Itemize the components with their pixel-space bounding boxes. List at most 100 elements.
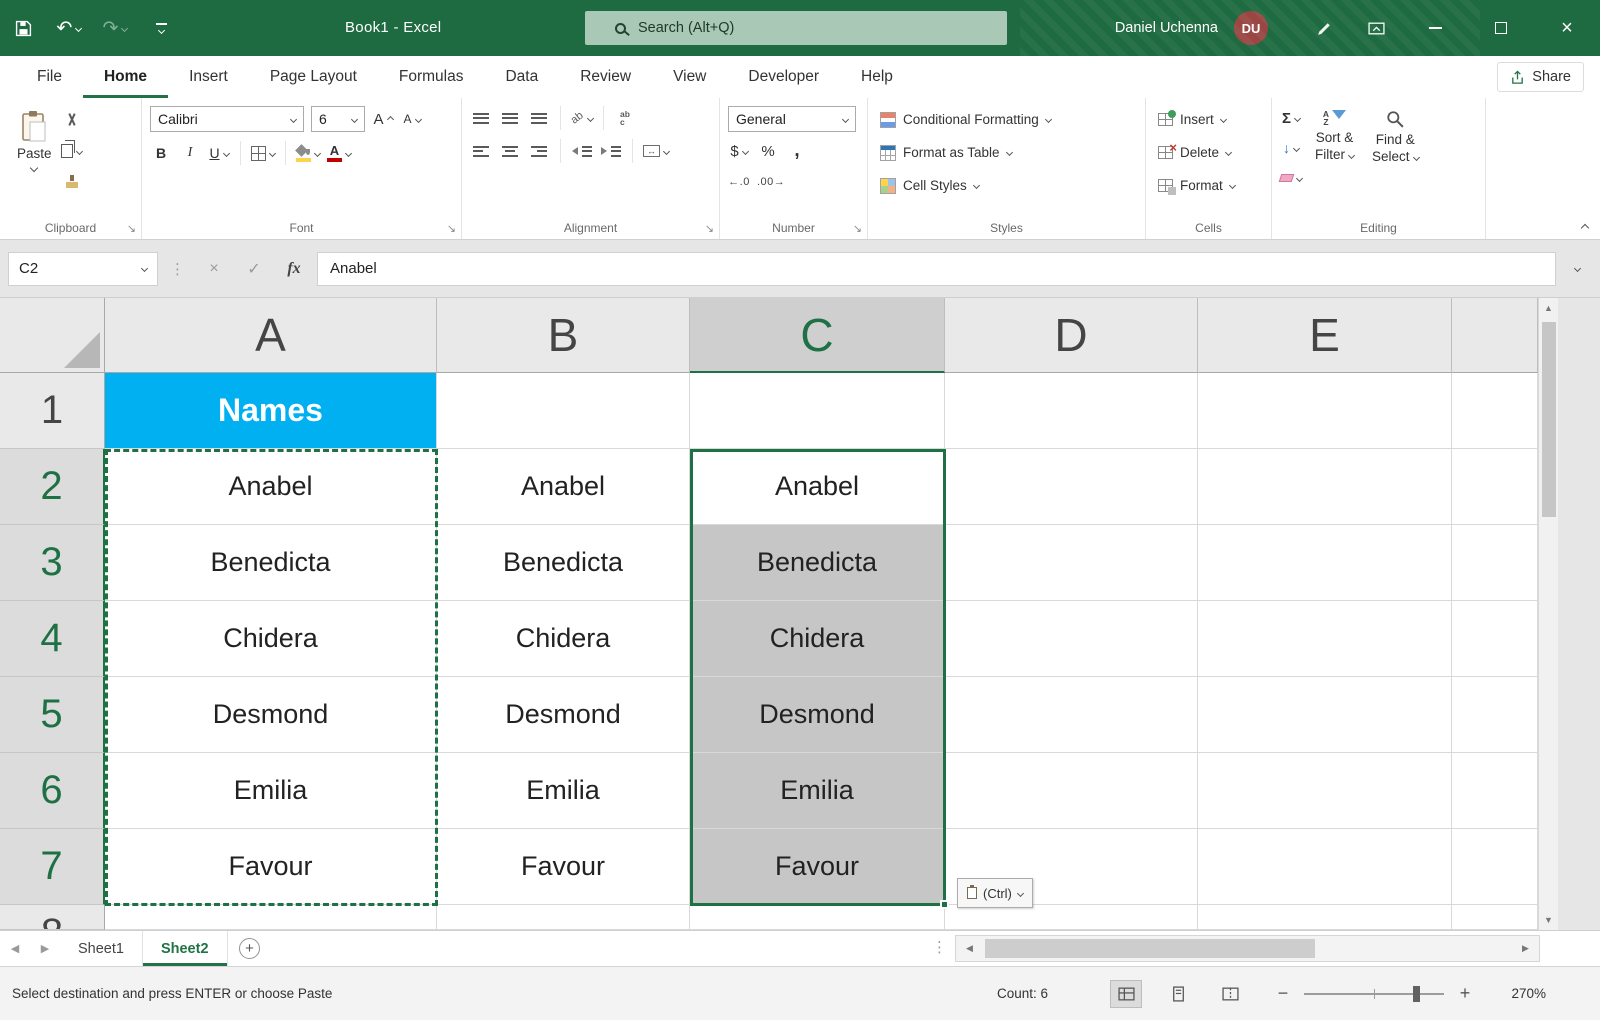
save-button[interactable]	[0, 0, 46, 56]
bold-button[interactable]: B	[150, 141, 172, 165]
page-break-preview-button[interactable]	[1214, 980, 1246, 1008]
tab-formulas[interactable]: Formulas	[378, 56, 485, 98]
tab-scrollbar-divider[interactable]: ⋮	[932, 938, 945, 956]
conditional-formatting-button[interactable]: Conditional Formatting	[876, 106, 1055, 133]
customize-quick-access-button[interactable]	[138, 0, 184, 56]
zoom-level[interactable]: 270%	[1502, 986, 1546, 1001]
row-header-1[interactable]: 1	[0, 373, 105, 449]
cell-E8[interactable]	[1198, 905, 1452, 930]
horizontal-scrollbar[interactable]: ◀ ▶	[955, 935, 1540, 962]
cell-C2[interactable]: Anabel	[690, 449, 945, 525]
cell-A4[interactable]: Chidera	[105, 601, 437, 677]
top-align-button[interactable]	[470, 106, 492, 130]
cell-E1[interactable]	[1198, 373, 1452, 449]
cell-E5[interactable]	[1198, 677, 1452, 753]
format-painter-button[interactable]	[61, 170, 83, 194]
cell-D8[interactable]	[945, 905, 1198, 930]
cell-C8[interactable]	[690, 905, 945, 930]
delete-cells-button[interactable]: Delete	[1154, 139, 1239, 166]
page-layout-view-button[interactable]	[1162, 980, 1194, 1008]
cell-C3[interactable]: Benedicta	[690, 525, 945, 601]
tab-file[interactable]: File	[16, 56, 83, 98]
cell-F8[interactable]	[1452, 905, 1538, 930]
tab-home[interactable]: Home	[83, 56, 168, 98]
column-header-E[interactable]: E	[1198, 298, 1452, 373]
paste-options-button[interactable]: (Ctrl)	[957, 878, 1033, 908]
cell-E7[interactable]	[1198, 829, 1452, 905]
italic-button[interactable]: I	[179, 141, 201, 165]
copy-button[interactable]	[61, 139, 83, 163]
cell-C5[interactable]: Desmond	[690, 677, 945, 753]
cell-F5[interactable]	[1452, 677, 1538, 753]
decrease-decimal-button[interactable]: .00→	[757, 170, 785, 194]
new-sheet-button[interactable]: +	[228, 931, 272, 966]
cell-C4[interactable]: Chidera	[690, 601, 945, 677]
scroll-right-arrow[interactable]: ▶	[1512, 936, 1539, 961]
comma-style-button[interactable]: ,	[786, 139, 808, 163]
cell-F4[interactable]	[1452, 601, 1538, 677]
horizontal-scroll-thumb[interactable]	[985, 939, 1315, 958]
tab-review[interactable]: Review	[559, 56, 652, 98]
cell-B4[interactable]: Chidera	[437, 601, 690, 677]
clipboard-dialog-launcher[interactable]: ↘	[127, 224, 136, 235]
cell-A2[interactable]: Anabel	[105, 449, 437, 525]
sheet-tab-sheet2[interactable]: Sheet2	[143, 931, 228, 966]
number-dialog-launcher[interactable]: ↘	[853, 224, 862, 235]
fill-button[interactable]: ↓	[1280, 136, 1302, 160]
font-color-button[interactable]: A	[327, 141, 351, 165]
cell-B8[interactable]	[437, 905, 690, 930]
cell-D5[interactable]	[945, 677, 1198, 753]
cell-A5[interactable]: Desmond	[105, 677, 437, 753]
increase-indent-button[interactable]	[600, 139, 622, 163]
cell-F3[interactable]	[1452, 525, 1538, 601]
cell-A7[interactable]: Favour	[105, 829, 437, 905]
collapse-ribbon-button[interactable]	[1581, 224, 1589, 232]
fill-color-button[interactable]	[296, 141, 320, 165]
formula-bar-resize-handle[interactable]: ⋮	[164, 260, 191, 278]
feedback-pen-button[interactable]	[1298, 0, 1350, 56]
cell-D6[interactable]	[945, 753, 1198, 829]
cell-D1[interactable]	[945, 373, 1198, 449]
next-sheet-arrow[interactable]: ▶	[30, 931, 60, 966]
undo-button[interactable]: ↶	[46, 0, 92, 56]
percent-style-button[interactable]: %	[757, 139, 779, 163]
cell-D4[interactable]	[945, 601, 1198, 677]
bottom-align-button[interactable]	[528, 106, 550, 130]
autosum-button[interactable]: Σ	[1280, 106, 1302, 130]
column-header-B[interactable]: B	[437, 298, 690, 373]
avatar[interactable]: DU	[1234, 11, 1268, 45]
paste-button[interactable]: Paste	[8, 106, 61, 175]
accounting-format-button[interactable]: $	[728, 139, 750, 163]
align-center-button[interactable]	[499, 139, 521, 163]
name-box[interactable]: C2	[8, 252, 158, 286]
close-button[interactable]: ×	[1534, 0, 1600, 56]
cell-styles-button[interactable]: Cell Styles	[876, 172, 1055, 199]
cell-F6[interactable]	[1452, 753, 1538, 829]
row-header-8[interactable]: 8	[0, 905, 105, 930]
cell-B7[interactable]: Favour	[437, 829, 690, 905]
number-format-select[interactable]: General	[728, 106, 856, 132]
cell-C6[interactable]: Emilia	[690, 753, 945, 829]
insert-function-button[interactable]: fx	[277, 252, 311, 286]
column-header-C[interactable]: C	[690, 298, 945, 373]
tab-view[interactable]: View	[652, 56, 727, 98]
row-header-4[interactable]: 4	[0, 601, 105, 677]
formula-input[interactable]: Anabel	[317, 252, 1556, 286]
cell-E2[interactable]	[1198, 449, 1452, 525]
wrap-text-button[interactable]: abc	[614, 106, 636, 130]
scroll-up-arrow[interactable]: ▲	[1539, 298, 1558, 318]
cell-E4[interactable]	[1198, 601, 1452, 677]
alignment-dialog-launcher[interactable]: ↘	[705, 224, 714, 235]
cut-button[interactable]	[61, 108, 83, 132]
vertical-scrollbar[interactable]: ▲ ▼	[1538, 298, 1558, 930]
ribbon-display-options-button[interactable]	[1350, 0, 1402, 56]
font-family-select[interactable]: Calibri	[150, 106, 304, 132]
zoom-in-button[interactable]: +	[1456, 983, 1474, 1004]
normal-view-button[interactable]	[1110, 980, 1142, 1008]
vertical-scroll-thumb[interactable]	[1542, 322, 1556, 517]
cell-B2[interactable]: Anabel	[437, 449, 690, 525]
decrease-indent-button[interactable]	[571, 139, 593, 163]
underline-button[interactable]: U	[208, 141, 230, 165]
scroll-down-arrow[interactable]: ▼	[1539, 910, 1558, 930]
cell-E3[interactable]	[1198, 525, 1452, 601]
